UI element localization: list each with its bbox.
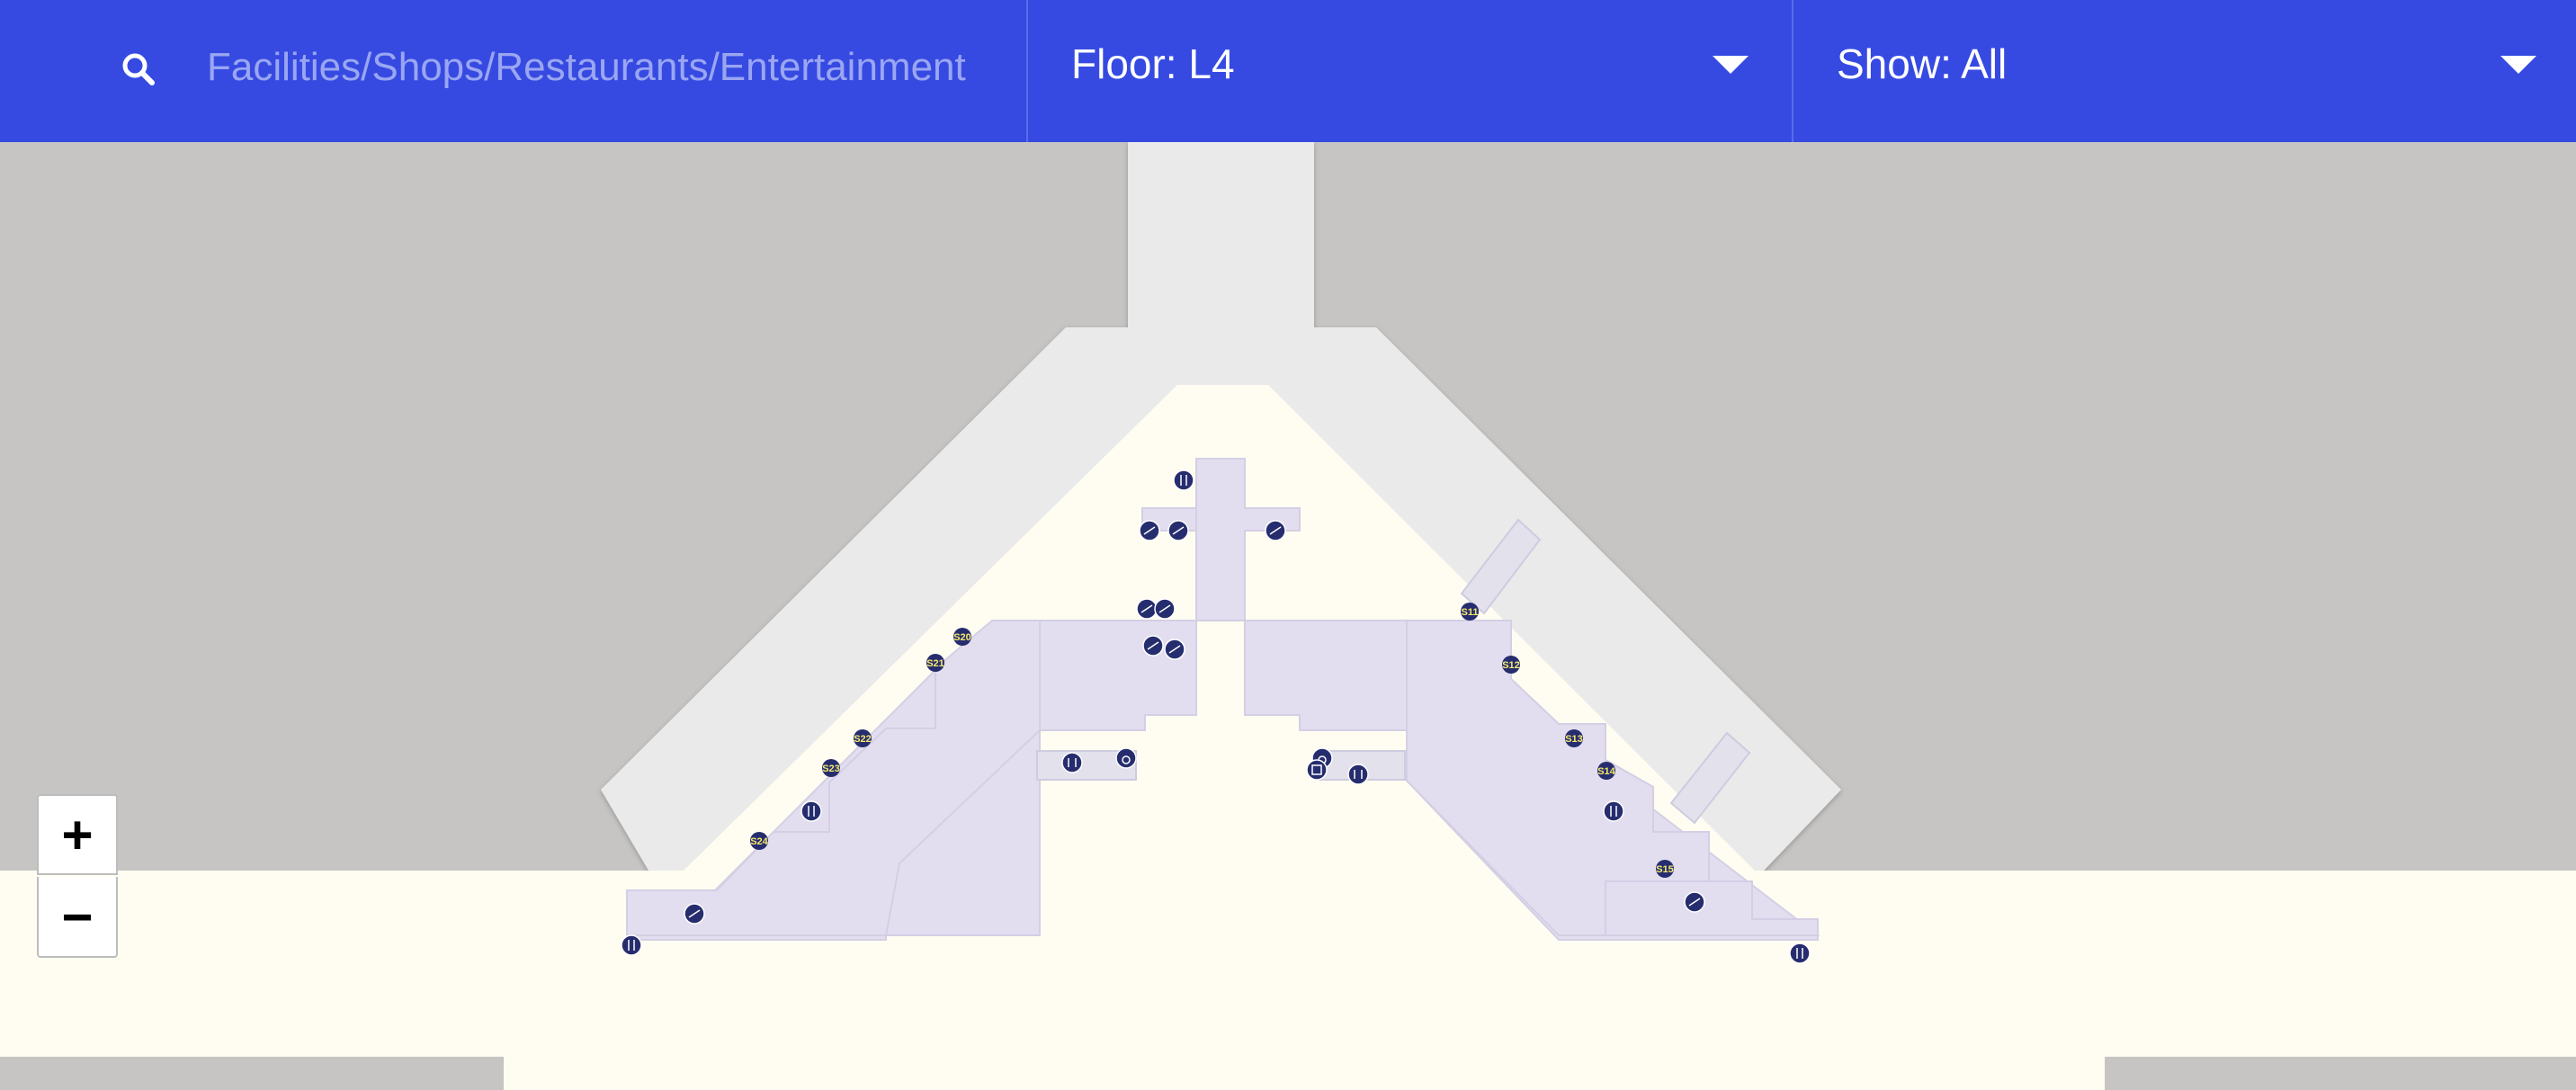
escalator-icon[interactable]	[1142, 635, 1164, 657]
svg-text:S15: S15	[1656, 864, 1674, 875]
restaurant-icon[interactable]	[1789, 943, 1811, 964]
escalator-icon[interactable]	[1136, 598, 1158, 620]
floor-map[interactable]: S20 S21 S22 S23 S24 S11 S12 S13 S14 S15	[0, 142, 2576, 1090]
svg-text:S24: S24	[750, 836, 768, 847]
restroom-icon[interactable]	[1347, 764, 1369, 785]
shop-label-s12[interactable]: S12	[1502, 656, 1520, 674]
svg-text:S13: S13	[1565, 734, 1583, 745]
shop-label-s21[interactable]: S21	[926, 654, 944, 672]
restaurant-icon[interactable]	[801, 800, 822, 822]
show-dropdown[interactable]: Show: All	[1793, 0, 2576, 142]
chevron-down-icon[interactable]	[1713, 56, 1749, 74]
search-bar	[0, 0, 1028, 142]
zoom-out-button[interactable]: −	[37, 877, 118, 958]
restaurant-icon[interactable]	[621, 934, 642, 956]
elevator-icon[interactable]	[1306, 759, 1328, 781]
svg-text:S20: S20	[953, 632, 971, 643]
svg-text:S23: S23	[822, 764, 840, 774]
restaurant-icon[interactable]	[1603, 800, 1624, 822]
svg-text:S12: S12	[1502, 660, 1520, 671]
escalator-icon[interactable]	[1164, 639, 1185, 660]
top-toolbar: Floor: L4 Show: All	[0, 0, 2576, 142]
svg-text:S21: S21	[926, 658, 944, 669]
svg-text:S11: S11	[1462, 607, 1479, 618]
show-dropdown-label: Show: All	[1837, 40, 2008, 87]
svg-text:S22: S22	[854, 734, 872, 745]
search-icon[interactable]	[120, 50, 156, 86]
floor-dropdown-label: Floor: L4	[1071, 40, 1235, 87]
shop-label-s20[interactable]: S20	[953, 628, 971, 646]
chevron-down-icon[interactable]	[2500, 56, 2536, 74]
search-input[interactable]	[205, 40, 1000, 95]
floor-dropdown[interactable]: Floor: L4	[1028, 0, 1793, 142]
shop-label-s11[interactable]: S11	[1461, 603, 1479, 621]
shop-label-s13[interactable]: S13	[1565, 729, 1583, 747]
restaurant-icon[interactable]	[1173, 469, 1194, 491]
escalator-icon[interactable]	[1684, 891, 1705, 913]
shop-label-s23[interactable]: S23	[822, 759, 840, 777]
shop-label-s15[interactable]: S15	[1656, 860, 1674, 878]
accessible-icon[interactable]	[1115, 747, 1137, 769]
escalator-icon[interactable]	[684, 903, 705, 925]
restroom-icon[interactable]	[1061, 752, 1083, 773]
escalator-icon[interactable]	[1167, 520, 1189, 541]
shop-label-s22[interactable]: S22	[854, 729, 872, 747]
escalator-icon[interactable]	[1154, 598, 1176, 620]
escalator-icon[interactable]	[1139, 520, 1160, 541]
zoom-in-button[interactable]: +	[37, 794, 118, 875]
svg-text:S14: S14	[1597, 766, 1615, 777]
escalator-icon[interactable]	[1265, 520, 1286, 541]
